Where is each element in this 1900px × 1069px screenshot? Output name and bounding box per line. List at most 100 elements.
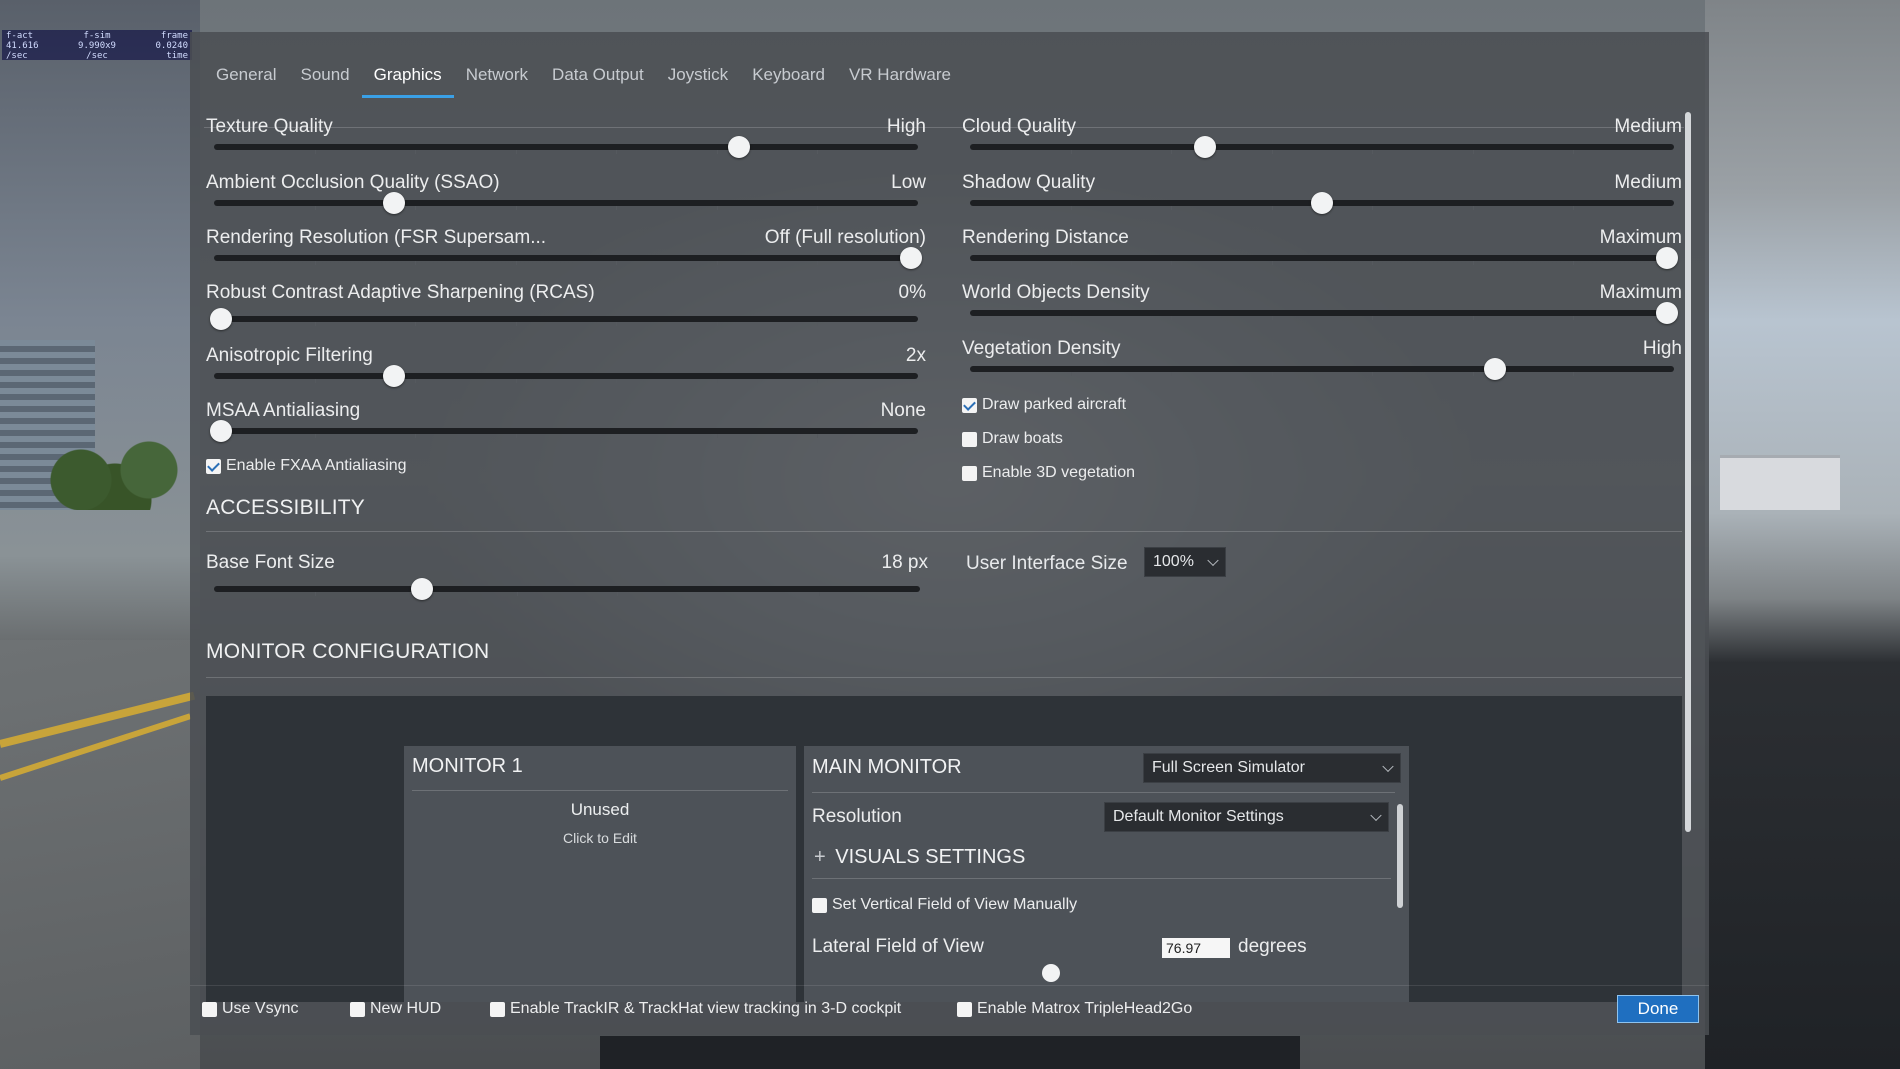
checkbox-label: Draw parked aircraft <box>982 396 1127 413</box>
draw-boats-checkbox-row[interactable]: Draw boats <box>962 430 1063 448</box>
slider-tick <box>1071 150 1072 154</box>
slider-tick <box>415 261 416 265</box>
slider-tick <box>1171 150 1172 154</box>
matrox-checkbox-row[interactable]: Enable Matrox TripleHead2Go <box>957 1000 1192 1018</box>
slider-track[interactable] <box>214 316 918 322</box>
slider-track[interactable] <box>970 310 1674 316</box>
slider-tick <box>616 379 617 383</box>
overlay-text: frame <box>160 31 188 41</box>
tab-sound[interactable]: Sound <box>288 62 361 98</box>
slider-tick <box>415 206 416 210</box>
slider-tick <box>817 150 818 154</box>
slider-knob[interactable] <box>210 420 232 442</box>
slider-knob[interactable] <box>383 365 405 387</box>
slider-tick <box>1171 316 1172 320</box>
click-to-edit-link[interactable]: Click to Edit <box>404 830 796 846</box>
background-cockpit-right <box>1705 0 1900 1069</box>
slider-tick <box>1071 372 1072 376</box>
matrox-checkbox[interactable] <box>957 1001 972 1017</box>
new-hud-checkbox-row[interactable]: New HUD <box>350 1000 441 1018</box>
slider-track[interactable] <box>970 255 1674 261</box>
parked-aircraft-checkbox[interactable] <box>962 397 977 413</box>
slider-knob[interactable] <box>411 578 433 600</box>
dialog-scrollbar[interactable] <box>1685 112 1691 832</box>
checkbox-label: Enable TrackIR & TrackHat view tracking … <box>510 1000 902 1017</box>
checkbox-label: Enable FXAA Antialiasing <box>226 457 407 474</box>
fsr-setting: Rendering Resolution (FSR Supersam... Of… <box>206 227 926 275</box>
slider-tick <box>1573 150 1574 154</box>
panel-scrollbar[interactable] <box>1397 804 1403 908</box>
slider-tick <box>1473 206 1474 210</box>
slider-tick <box>717 434 718 438</box>
tab-data-output[interactable]: Data Output <box>540 62 656 98</box>
vsync-checkbox[interactable] <box>202 1001 217 1017</box>
new-hud-checkbox[interactable] <box>350 1001 365 1017</box>
overlay-text: 41.616 <box>6 41 39 51</box>
tab-keyboard[interactable]: Keyboard <box>740 62 837 98</box>
tab-vr-hardware[interactable]: VR Hardware <box>837 62 963 98</box>
setting-label: Base Font Size <box>206 552 335 573</box>
checkbox-label: Draw boats <box>982 430 1063 447</box>
trackir-checkbox-row[interactable]: Enable TrackIR & TrackHat view tracking … <box>490 1000 901 1018</box>
slider-track[interactable] <box>214 586 920 592</box>
vertical-fov-checkbox[interactable] <box>812 897 827 913</box>
resolution-dropdown[interactable]: Default Monitor Settings <box>1104 802 1389 832</box>
slider-tick <box>315 592 316 596</box>
tab-joystick[interactable]: Joystick <box>656 62 740 98</box>
slider-track[interactable] <box>970 144 1674 150</box>
setting-value: 18 px <box>881 552 928 573</box>
ui-size-dropdown[interactable]: 100% <box>1144 547 1226 577</box>
slider-knob[interactable] <box>1484 358 1506 380</box>
slider-tick <box>717 261 718 265</box>
slider-knob[interactable] <box>1311 192 1333 214</box>
slider-track[interactable] <box>214 255 918 261</box>
slider-tick <box>516 206 517 210</box>
lateral-fov-label: Lateral Field of View <box>812 936 984 957</box>
slider-track[interactable] <box>970 366 1674 372</box>
monitor-1-card[interactable]: MONITOR 1 Unused Click to Edit <box>404 746 796 1002</box>
tab-network[interactable]: Network <box>454 62 540 98</box>
main-monitor-panel: MAIN MONITOR Full Screen Simulator Resol… <box>804 746 1409 1002</box>
slider-tick <box>817 206 818 210</box>
slider-tick <box>1473 261 1474 265</box>
setting-label: Vegetation Density <box>962 338 1121 359</box>
3d-vegetation-checkbox[interactable] <box>962 465 977 481</box>
fxaa-checkbox-row[interactable]: Enable FXAA Antialiasing <box>206 457 407 475</box>
slider-tick <box>616 322 617 326</box>
slider-tick <box>1573 372 1574 376</box>
done-button[interactable]: Done <box>1617 995 1699 1023</box>
draw-boats-checkbox[interactable] <box>962 431 977 447</box>
slider-knob[interactable] <box>210 308 232 330</box>
slider-knob[interactable] <box>900 247 922 269</box>
slider-knob[interactable] <box>1194 136 1216 158</box>
tab-graphics[interactable]: Graphics <box>361 62 454 98</box>
dropdown-value: Full Screen Simulator <box>1152 759 1305 776</box>
slider-track[interactable] <box>214 144 918 150</box>
tab-general[interactable]: General <box>204 62 288 98</box>
slider-knob[interactable] <box>728 136 750 158</box>
slider-track[interactable] <box>214 428 918 434</box>
3d-vegetation-checkbox-row[interactable]: Enable 3D vegetation <box>962 464 1135 482</box>
slider-knob[interactable] <box>1042 964 1060 982</box>
trackir-checkbox[interactable] <box>490 1001 505 1017</box>
vertical-fov-checkbox-row[interactable]: Set Vertical Field of View Manually <box>812 896 1077 914</box>
lateral-fov-input[interactable] <box>1162 938 1230 958</box>
section-divider <box>206 531 1682 532</box>
monitor-mode-dropdown[interactable]: Full Screen Simulator <box>1143 753 1401 783</box>
visuals-settings-toggle[interactable]: + VISUALS SETTINGS <box>814 846 1025 869</box>
slider-knob[interactable] <box>1656 247 1678 269</box>
fxaa-checkbox[interactable] <box>206 458 221 474</box>
slider-track[interactable] <box>214 200 918 206</box>
vsync-checkbox-row[interactable]: Use Vsync <box>202 1000 298 1018</box>
slider-tick <box>717 206 718 210</box>
slider-tick <box>1473 150 1474 154</box>
parked-aircraft-checkbox-row[interactable]: Draw parked aircraft <box>962 396 1126 414</box>
slider-knob[interactable] <box>1656 302 1678 324</box>
slider-tick <box>315 322 316 326</box>
slider-knob[interactable] <box>383 192 405 214</box>
card-divider <box>412 790 788 791</box>
background-hangar <box>1720 455 1840 510</box>
slider-tick <box>415 434 416 438</box>
slider-tick <box>1372 372 1373 376</box>
slider-track[interactable] <box>214 373 918 379</box>
